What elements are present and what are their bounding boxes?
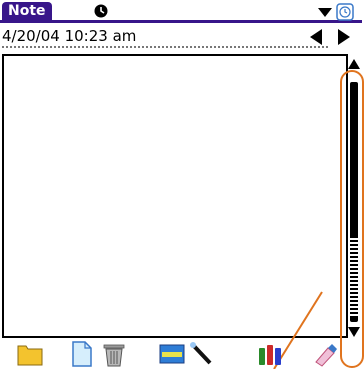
eraser-wand-icon[interactable] xyxy=(188,340,216,368)
date-row: 4/20/04 10:23 am xyxy=(0,26,362,50)
dropdown-arrow-icon[interactable] xyxy=(318,6,332,18)
date-underline xyxy=(2,46,328,48)
arrow-up-icon[interactable] xyxy=(347,58,361,70)
callout-oval xyxy=(340,70,364,368)
color-bar-icon[interactable] xyxy=(158,340,186,368)
title-bar: Note xyxy=(0,0,362,23)
note-app-window: Note 4/20/04 10:23 am xyxy=(0,0,364,369)
folder-icon[interactable] xyxy=(16,340,44,368)
clock-icon[interactable] xyxy=(336,3,354,21)
app-title[interactable]: Note xyxy=(2,2,52,20)
triangle-right-icon[interactable] xyxy=(336,28,352,46)
alarm-icon[interactable] xyxy=(94,4,108,18)
pencil-eraser-icon[interactable] xyxy=(312,340,340,368)
trash-icon[interactable] xyxy=(100,340,128,368)
drawing-canvas[interactable] xyxy=(2,54,348,338)
new-page-icon[interactable] xyxy=(68,340,96,368)
note-datetime: 4/20/04 10:23 am xyxy=(2,27,137,45)
title-underline xyxy=(0,20,362,23)
pen-color-icon[interactable] xyxy=(256,340,284,368)
triangle-left-icon[interactable] xyxy=(308,28,324,46)
